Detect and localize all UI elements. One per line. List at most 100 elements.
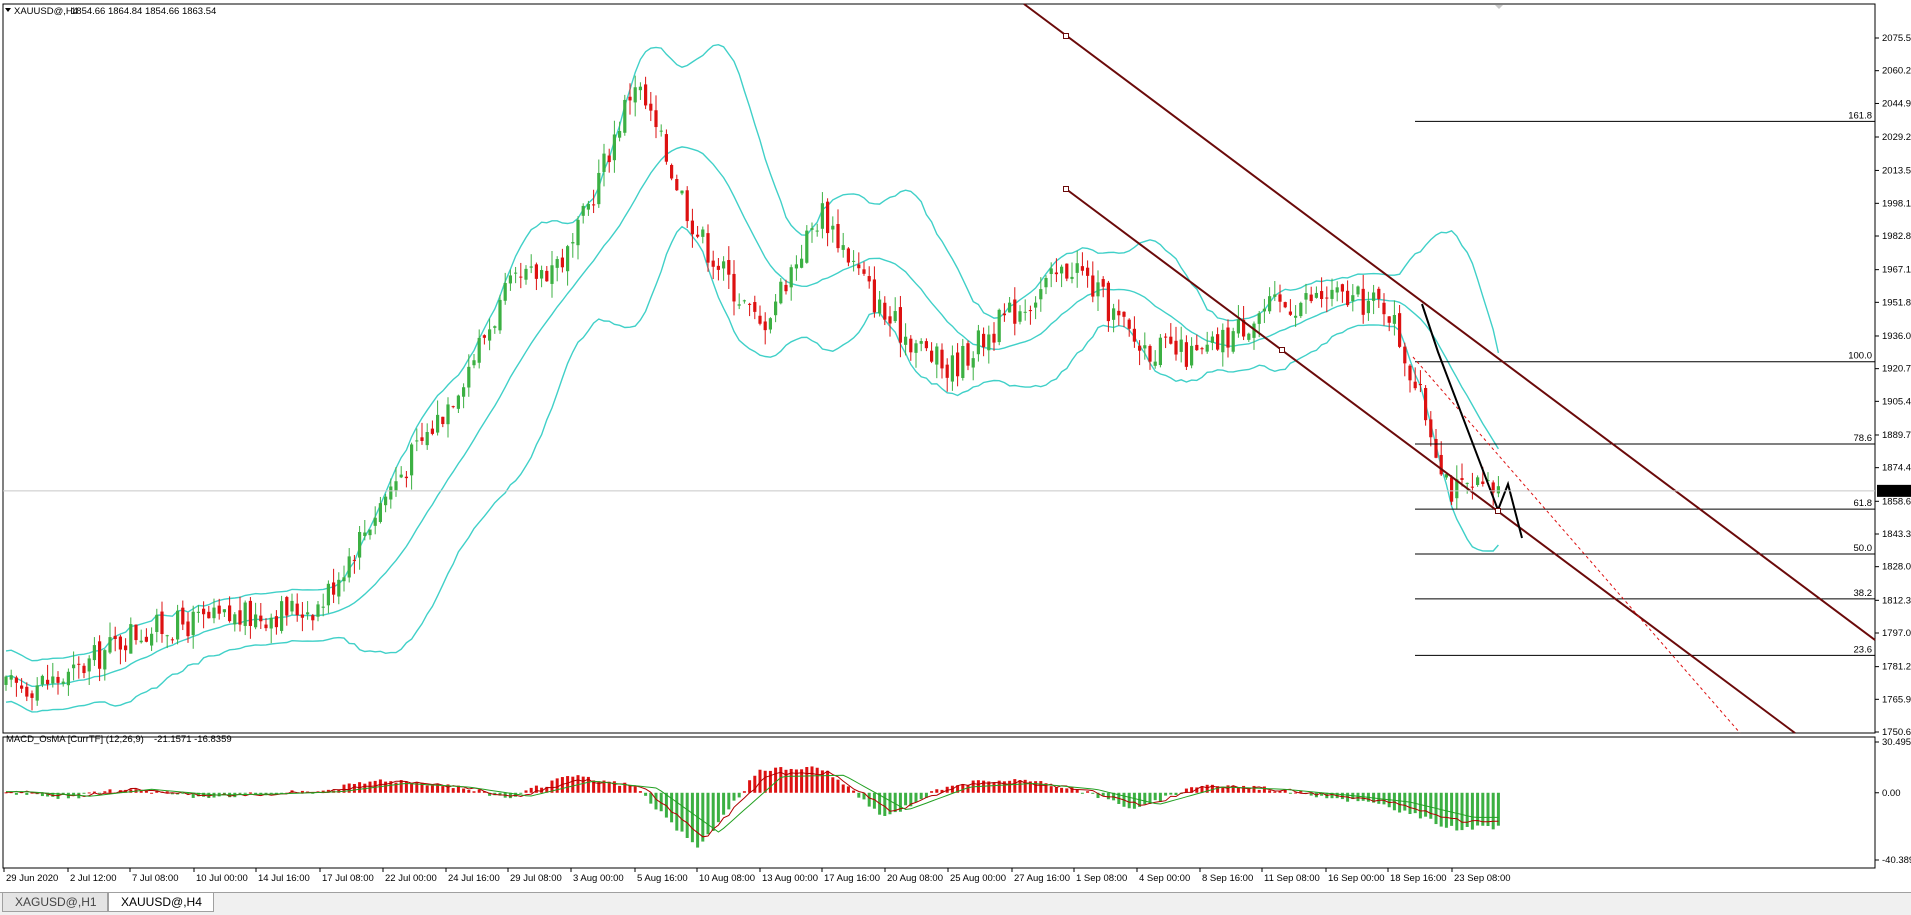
osma-bar: [1496, 792, 1500, 826]
candle-body: [259, 615, 263, 622]
candle-body: [612, 134, 616, 161]
candle-body: [352, 559, 356, 561]
osma-bar: [654, 792, 658, 810]
candle-body: [238, 610, 242, 625]
osma-bar: [1013, 779, 1017, 793]
candle-body: [1023, 311, 1027, 313]
candle-body: [914, 343, 918, 353]
candle-body: [472, 360, 476, 366]
candle-body: [930, 350, 934, 362]
candle-body: [25, 686, 29, 697]
candle-body: [826, 201, 830, 234]
candle-body: [1429, 419, 1433, 438]
candle-body: [1413, 381, 1417, 389]
candle-body: [701, 229, 705, 237]
candle-body: [1268, 296, 1272, 312]
candle-body: [72, 664, 76, 669]
candle-body: [1028, 310, 1032, 312]
trend-channel[interactable]: [1023, 3, 1876, 734]
candle-body: [363, 532, 367, 536]
fib-level-label: 78.6: [1854, 433, 1873, 444]
osma-bar: [1288, 792, 1292, 794]
candle-body: [160, 611, 164, 635]
candle-body: [1106, 282, 1110, 322]
candle-body: [1460, 478, 1464, 480]
osma-bar: [1091, 792, 1095, 794]
candle-body: [1377, 288, 1381, 300]
osma-bar: [87, 792, 91, 794]
price-tick-label: 1889.70: [1882, 430, 1911, 441]
candle-body: [1403, 346, 1407, 364]
candle-body: [940, 349, 944, 369]
candle-body: [758, 315, 762, 324]
candle-body: [555, 259, 559, 268]
candle-body: [1039, 289, 1043, 300]
price-tick-label: 1982.85: [1882, 231, 1911, 242]
osma-bar: [966, 785, 970, 793]
osma-bar: [243, 792, 247, 794]
osma-bar: [1268, 790, 1272, 793]
candle-body: [1382, 302, 1386, 315]
candle-body: [316, 604, 320, 617]
candle-body: [742, 300, 746, 302]
time-tick-label: 11 Sep 08:00: [1264, 873, 1320, 884]
time-tick-label: 13 Aug 00:00: [762, 873, 818, 884]
osma-bar: [1481, 792, 1485, 826]
tab-xagusd-h1[interactable]: XAGUSD@,H1: [2, 893, 108, 912]
oscillator-values: -21.1571 -16.8359: [154, 734, 232, 745]
candle-body: [956, 352, 960, 377]
osma-bar: [384, 781, 388, 793]
osma-bar: [1049, 786, 1053, 793]
candle-body: [1070, 276, 1074, 279]
candle-body: [971, 358, 975, 368]
candle-body: [394, 481, 398, 491]
fib-level-label: 61.8: [1854, 498, 1873, 509]
candle-body: [1008, 302, 1012, 313]
chart-menu-arrow-icon[interactable]: [5, 8, 11, 12]
osma-bar: [904, 792, 908, 806]
time-tick-label: 7 Jul 08:00: [132, 873, 178, 884]
fib-level-label: 161.8: [1848, 110, 1872, 121]
tab-xauusd-h4[interactable]: XAUUSD@,H4: [108, 893, 214, 912]
osma-bar: [852, 790, 856, 793]
candle-body: [1330, 289, 1334, 299]
candle-body: [768, 318, 772, 330]
candle-body: [451, 406, 455, 408]
candle-body: [1158, 337, 1162, 366]
time-tick-label: 10 Aug 08:00: [699, 873, 755, 884]
candle-body: [836, 224, 840, 249]
osma-bar: [1070, 787, 1074, 793]
candle-body: [779, 281, 783, 304]
osma-bar: [529, 787, 533, 793]
candle-body: [659, 130, 663, 132]
candle-body: [685, 190, 689, 222]
candle-body: [1018, 311, 1022, 322]
candle-body: [1226, 327, 1230, 348]
osma-bar: [1382, 792, 1386, 805]
osma-bar: [1174, 792, 1178, 796]
osma-bar: [935, 789, 939, 793]
candle-body: [462, 387, 466, 397]
osma-bar: [748, 780, 752, 793]
price-tick-label: 2029.20: [1882, 132, 1911, 143]
candle-body: [924, 341, 928, 349]
candle-body: [586, 203, 590, 210]
osma-bar: [1080, 792, 1084, 794]
osma-bar: [919, 792, 923, 800]
current-price-marker: 1863.54: [3, 484, 1911, 497]
candle-body: [867, 276, 871, 282]
candle-body: [529, 266, 533, 268]
osma-bar: [1340, 792, 1344, 800]
price-tick-label: 2060.25: [1882, 66, 1911, 77]
oscillator-axis: 30.4954 0.00 -40.3896: [1875, 737, 1911, 866]
candle-body: [534, 264, 538, 279]
osma-bar: [1424, 792, 1428, 817]
candle-body: [196, 611, 200, 613]
price-tick-label: 1828.05: [1882, 562, 1911, 573]
candle-body: [337, 579, 341, 597]
price-tick-label: 1998.15: [1882, 198, 1911, 209]
candle-body: [727, 260, 731, 275]
osma-bar: [711, 792, 715, 831]
fib-level-label: 38.2: [1854, 588, 1873, 599]
oscillator-name: MACD_OsMA [CurrTF] (12,26,9): [6, 734, 144, 745]
